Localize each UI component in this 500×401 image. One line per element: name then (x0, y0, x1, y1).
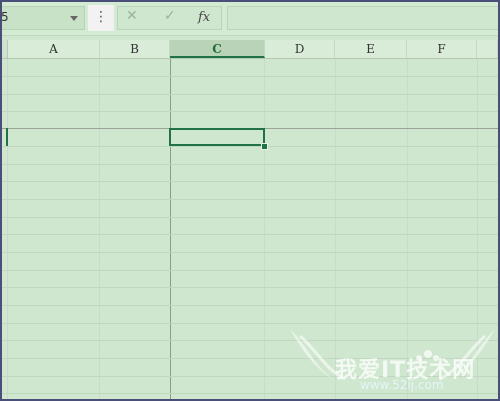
gridline (2, 111, 498, 112)
insert-function-icon[interactable]: fx (198, 10, 210, 25)
cancel-icon[interactable]: ✕ (126, 8, 138, 24)
gridline (2, 94, 498, 95)
gridline (2, 199, 498, 200)
freeze-line-vertical (170, 59, 171, 399)
gridline (2, 358, 498, 359)
enter-icon[interactable]: ✓ (164, 8, 176, 24)
gridline (99, 59, 100, 399)
gridline (2, 393, 498, 394)
gridline (2, 234, 498, 235)
gridline (2, 376, 498, 377)
column-header-b[interactable]: B (100, 40, 170, 58)
gridline (2, 164, 498, 165)
name-box-value: 5 (1, 10, 9, 24)
gridline (407, 59, 408, 399)
column-headers: A B C D E F (2, 40, 498, 59)
spreadsheet-window: 5 ⋮ ✕ ✓ fx A B C D E F 我爱IT技术网 www.52ij.… (0, 0, 500, 401)
gridline (2, 340, 498, 341)
fill-handle[interactable] (261, 143, 268, 150)
gridline (2, 146, 498, 147)
gridline (2, 181, 498, 182)
name-box[interactable]: 5 (1, 6, 85, 30)
gridline (335, 59, 336, 399)
column-header-a[interactable]: A (8, 40, 100, 58)
gridline (264, 59, 265, 399)
chevron-down-icon[interactable] (70, 16, 78, 21)
gridline (7, 59, 8, 399)
gridline (2, 323, 498, 324)
formula-controls: ✕ ✓ fx (117, 6, 222, 30)
formula-bar: 5 ⋮ ✕ ✓ fx (2, 2, 498, 36)
gridline (2, 217, 498, 218)
column-header-e[interactable]: E (335, 40, 407, 58)
gridline (2, 270, 498, 271)
formula-input[interactable] (227, 6, 498, 30)
gridline (2, 252, 498, 253)
column-header-c[interactable]: C (170, 40, 265, 58)
gridline (2, 287, 498, 288)
gridline (2, 76, 498, 77)
column-header-f[interactable]: F (407, 40, 477, 58)
column-header-g[interactable] (477, 40, 498, 58)
more-options-icon[interactable]: ⋮ (88, 5, 114, 31)
cell-grid[interactable] (2, 59, 498, 399)
gridline (2, 305, 498, 306)
active-cell[interactable] (169, 128, 265, 146)
gridline (477, 59, 478, 399)
active-row-indicator (6, 128, 8, 146)
column-header-d[interactable]: D (265, 40, 335, 58)
